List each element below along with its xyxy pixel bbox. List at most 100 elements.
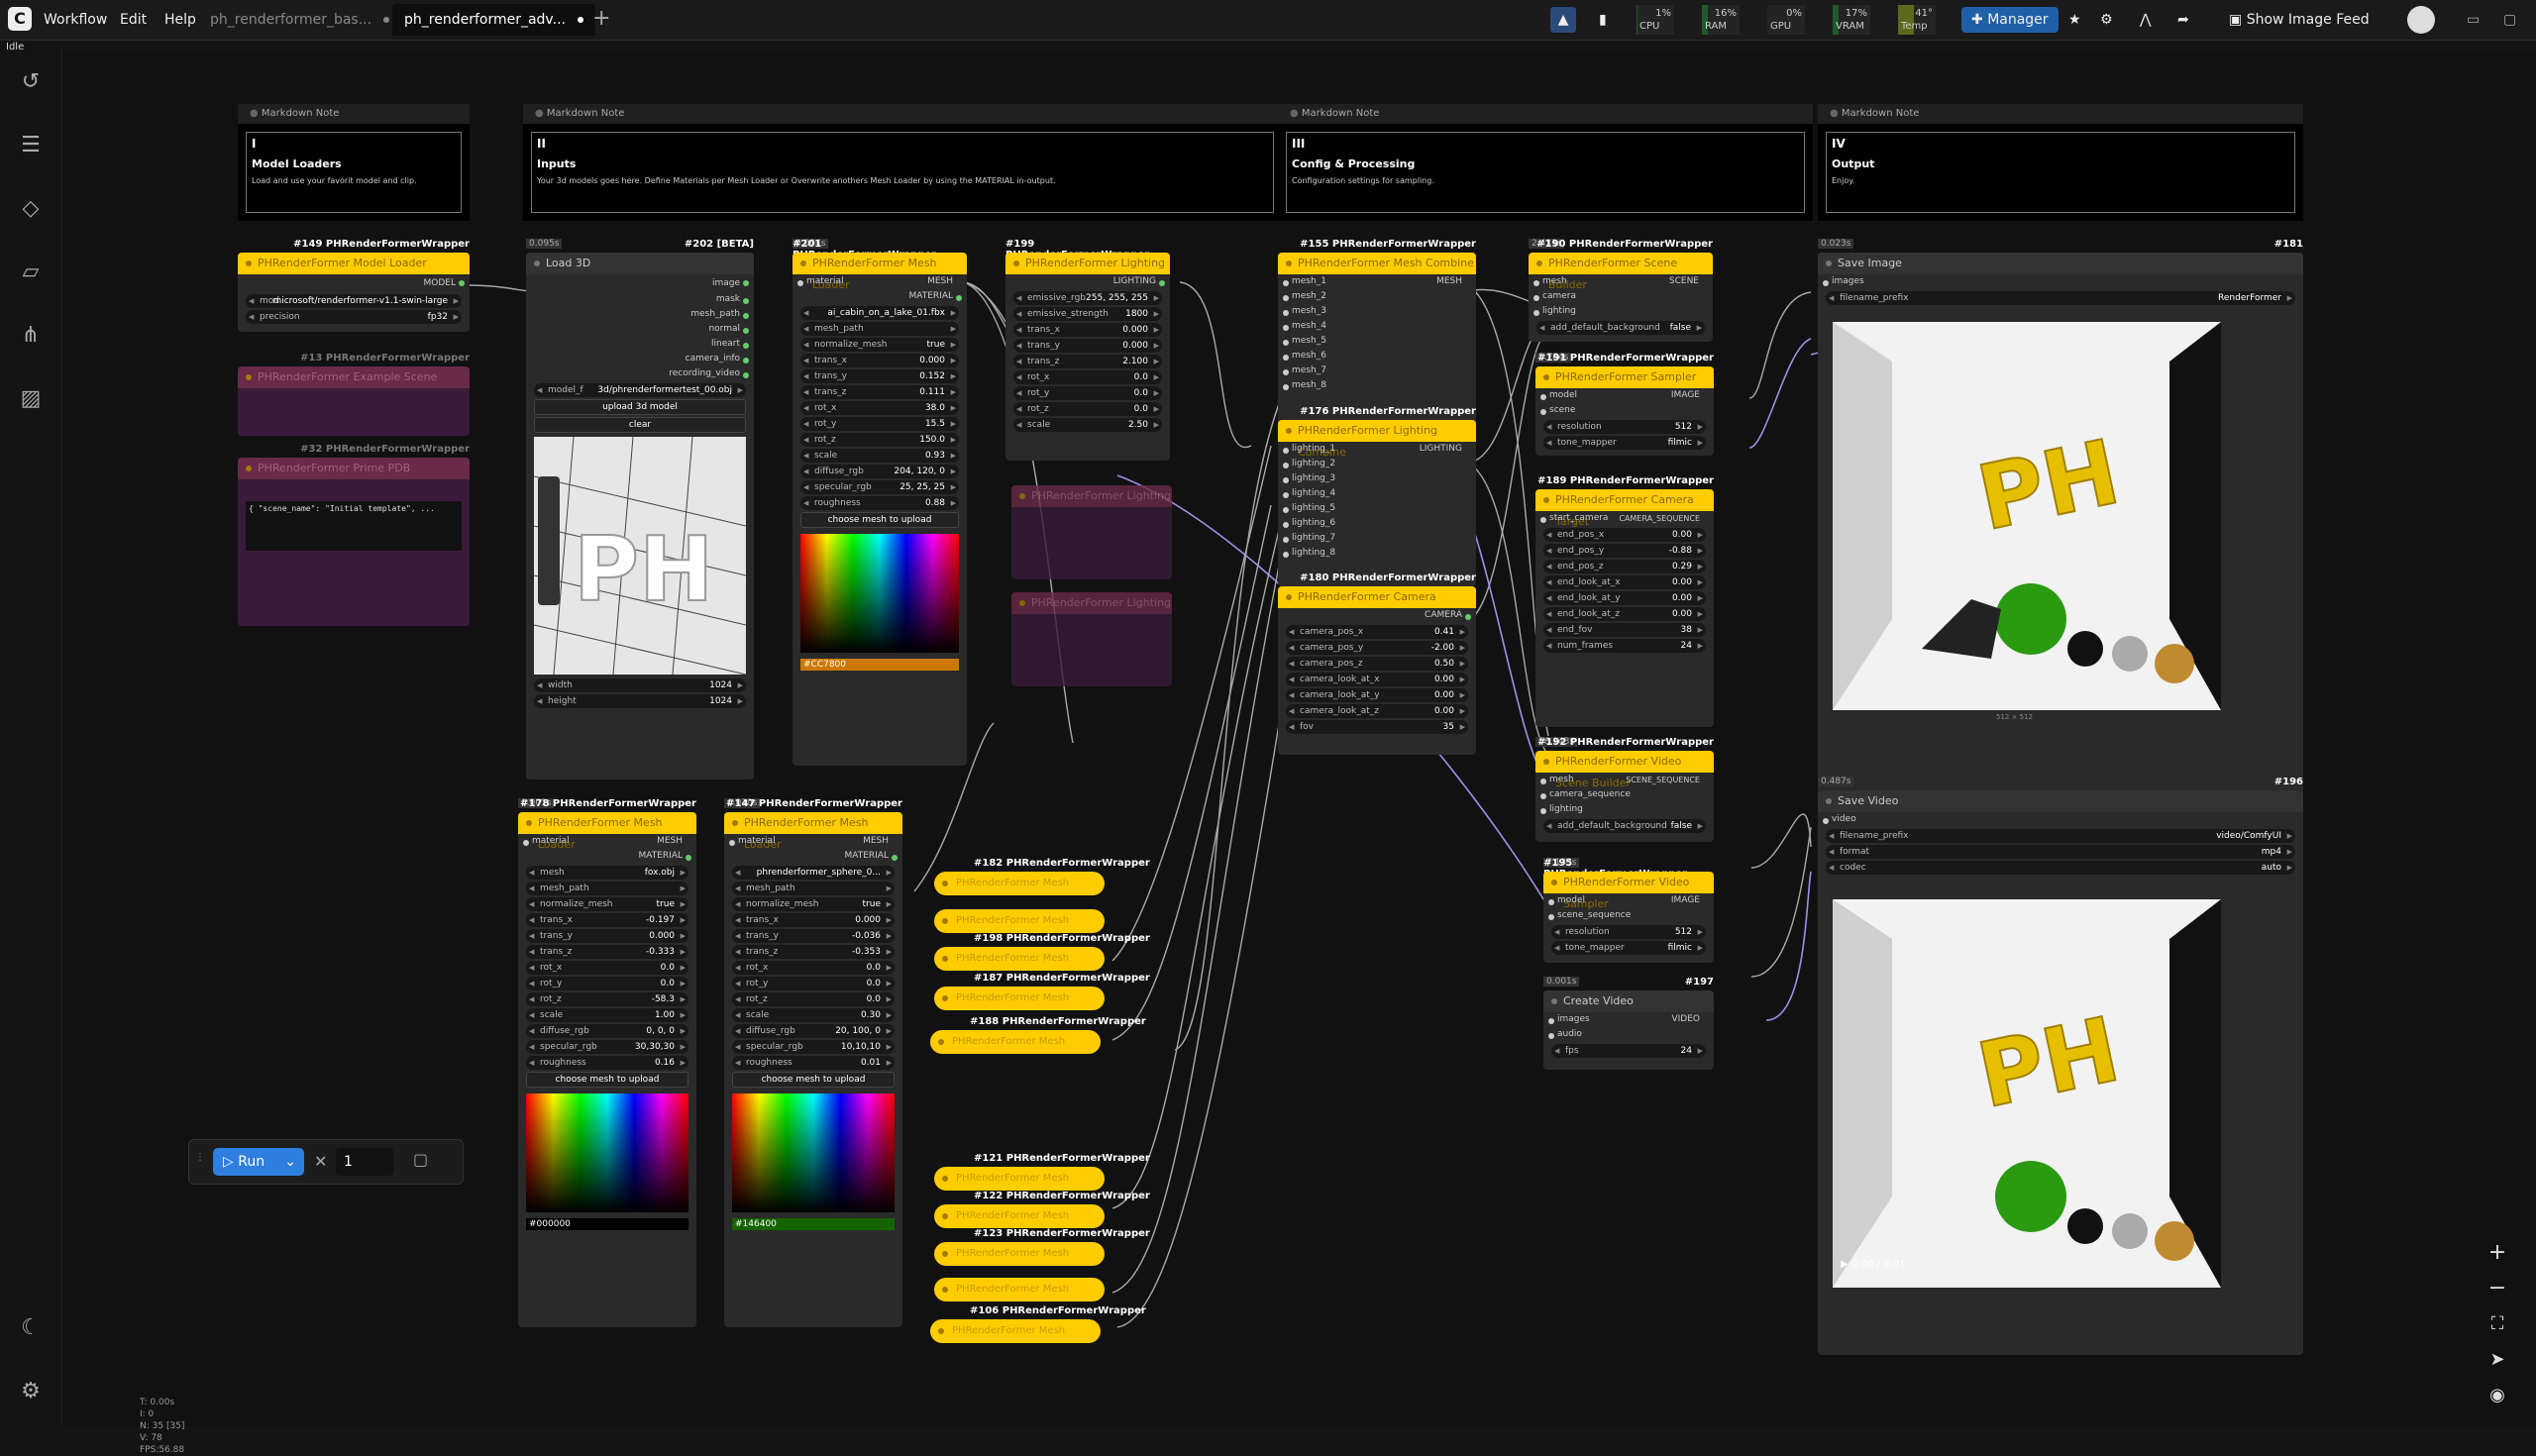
param-fov[interactable]: fov 35 xyxy=(1286,720,1468,734)
collapsed-mesh-node[interactable]: PHRenderFormer Mesh xyxy=(934,909,1105,933)
rendered-image[interactable]: PH xyxy=(1833,322,2221,710)
node-camera[interactable]: #180 PHRenderFormerWrapper PHRenderForme… xyxy=(1278,572,1476,755)
param-rot-y[interactable]: rot_y 15.5 xyxy=(800,417,959,431)
node-save-video[interactable]: 0.487s #196 Save Video video filename_pr… xyxy=(1818,777,2303,1355)
output-model[interactable]: MODEL xyxy=(238,274,470,292)
input-mesh[interactable]: mesh SCENE xyxy=(1529,274,1713,289)
add-default-background-toggle[interactable]: add_default_background false xyxy=(1536,321,1705,335)
hex-value[interactable]: #CC7800 xyxy=(800,659,959,671)
collapsed-mesh-node[interactable]: PHRenderFormer Mesh xyxy=(930,1030,1101,1054)
output-material[interactable]: MATERIAL xyxy=(792,289,967,304)
node-title[interactable]: PHRenderFormer Sampler xyxy=(1535,366,1714,388)
input-mesh-7[interactable]: mesh_7 xyxy=(1278,364,1476,378)
node-mesh-loader-201[interactable]: 0.004s #201 PHRenderFormerWrapper PHRend… xyxy=(792,239,967,766)
theme-moon-icon[interactable]: ☾ xyxy=(18,1315,44,1341)
node-title[interactable]: PHRenderFormer Lighting Combine xyxy=(1278,420,1476,459)
node-title[interactable]: PHRenderFormer Camera xyxy=(1278,586,1476,608)
input-images[interactable]: images xyxy=(1818,274,2303,289)
input-lighting-8[interactable]: lighting_8 xyxy=(1278,546,1476,561)
toggle-links-icon[interactable]: ◉ xyxy=(2483,1381,2512,1410)
param-roughness[interactable]: roughness 0.16 xyxy=(526,1056,688,1070)
codec-select[interactable]: codec auto xyxy=(1826,861,2295,875)
input-mesh-3[interactable]: mesh_3 xyxy=(1278,304,1476,319)
note-output[interactable]: Markdown Note IV Output Enjoy. xyxy=(1818,104,2303,221)
add-default-background-toggle[interactable]: add_default_background false xyxy=(1543,819,1706,833)
upload-3d-button[interactable]: upload 3d model xyxy=(534,399,746,415)
param-normalize-mesh[interactable]: normalize_mesh true xyxy=(800,338,959,352)
param-rot-x[interactable]: rot_x 0.0 xyxy=(526,961,688,975)
menu-workflow[interactable]: Workflow xyxy=(44,12,107,28)
3d-viewport[interactable]: PH xyxy=(534,437,746,675)
output-label[interactable]: MESH xyxy=(1436,274,1462,289)
json-textarea[interactable]: { "scene_name": "Initial template", ... xyxy=(246,501,462,551)
node-video-scene-builder[interactable]: 58.243s #192 PHRenderFormerWrapper PHRen… xyxy=(1535,737,1714,842)
input-model[interactable]: model IMAGE xyxy=(1535,388,1714,403)
collapsed-mesh-node[interactable]: PHRenderFormer Mesh xyxy=(934,987,1105,1010)
tab-workflow-basic[interactable]: ph_renderformer_bas... xyxy=(198,4,401,36)
tone-mapper-select[interactable]: tone_mapper filmic xyxy=(1551,941,1706,955)
input-lighting-6[interactable]: lighting_6 xyxy=(1278,516,1476,531)
clear-button[interactable]: clear xyxy=(534,417,746,433)
mesh-path-input[interactable]: mesh_path xyxy=(732,882,895,895)
collapsed-mesh-node[interactable]: PHRenderFormer Mesh xyxy=(934,1278,1105,1301)
mesh-select[interactable]: phrenderformer_sphere_0... xyxy=(732,866,895,880)
input-lighting-4[interactable]: lighting_4 xyxy=(1278,486,1476,501)
output-camera-info[interactable]: camera_info xyxy=(526,352,754,366)
output-camera[interactable]: CAMERA xyxy=(1278,608,1476,623)
input-lighting-3[interactable]: lighting_3 xyxy=(1278,471,1476,486)
param-end-look-at-z[interactable]: end_look_at_z 0.00 xyxy=(1543,607,1706,621)
param-camera-pos-y[interactable]: camera_pos_y -2.00 xyxy=(1286,641,1468,655)
param-trans-z[interactable]: trans_z 2.100 xyxy=(1013,355,1162,368)
select-mode-icon[interactable]: ➤ xyxy=(2483,1345,2512,1375)
panel-toggle-icon[interactable]: ▭ xyxy=(2467,7,2480,33)
node-muted-mid-2[interactable]: PHRenderFormer Lighting xyxy=(1011,592,1172,686)
history-icon[interactable]: ↺ xyxy=(18,69,44,95)
input-material[interactable]: material MESH xyxy=(724,834,902,849)
param-camera-pos-x[interactable]: camera_pos_x 0.41 xyxy=(1286,625,1468,639)
node-video-sampler[interactable]: 7.133s #195 PHRenderFormerWrapper PHRend… xyxy=(1543,858,1714,963)
precision-select[interactable]: precision fp32 xyxy=(246,310,462,324)
param-normalize-mesh[interactable]: normalize_mesh true xyxy=(732,897,895,911)
collapsed-mesh-node[interactable]: PHRenderFormer Mesh xyxy=(934,1167,1105,1191)
input-material[interactable]: material MESH xyxy=(792,274,967,289)
note-inputs[interactable]: Markdown Note II Inputs Your 3d models g… xyxy=(523,104,1282,221)
node-create-video[interactable]: 0.001s #197 Create Video images VIDEO aud… xyxy=(1543,977,1714,1070)
node-title[interactable]: PHRenderFormer Example Scene xyxy=(238,366,470,388)
param-diffuse-rgb[interactable]: diffuse_rgb 0, 0, 0 xyxy=(526,1024,688,1038)
input-mesh-4[interactable]: mesh_4 xyxy=(1278,319,1476,334)
node-title[interactable]: PHRenderFormer Lighting xyxy=(1005,253,1170,274)
param-diffuse-rgb[interactable]: diffuse_rgb 20, 100, 0 xyxy=(732,1024,895,1038)
param-end-pos-z[interactable]: end_pos_z 0.29 xyxy=(1543,560,1706,573)
param-rot-x[interactable]: rot_x 0.0 xyxy=(1013,370,1162,384)
node-title[interactable]: PHRenderFormer Video Scene Builder xyxy=(1535,751,1714,789)
new-tab-plus-icon[interactable]: + xyxy=(592,6,610,31)
input-lighting-7[interactable]: lighting_7 xyxy=(1278,531,1476,546)
note-config[interactable]: Markdown Note III Config & Processing Co… xyxy=(1278,104,1813,221)
run-button[interactable]: ▷ Run ⌄ xyxy=(213,1148,304,1176)
height-input[interactable]: height 1024 xyxy=(534,694,746,708)
param-rot-y[interactable]: rot_y 0.0 xyxy=(1013,386,1162,400)
param-end-look-at-x[interactable]: end_look_at_x 0.00 xyxy=(1543,575,1706,589)
param-specular-rgb[interactable]: specular_rgb 30,30,30 xyxy=(526,1040,688,1054)
param-trans-y[interactable]: trans_y -0.036 xyxy=(732,929,895,943)
output-material[interactable]: MATERIAL xyxy=(724,849,902,864)
node-mesh-loader-147[interactable]: 0.010s #147 PHRenderFormerWrapper PHRend… xyxy=(724,798,902,1327)
menu-help[interactable]: Help xyxy=(164,12,196,28)
cancel-icon[interactable]: ✕ xyxy=(314,1152,327,1171)
param-scale[interactable]: scale 0.93 xyxy=(800,449,959,463)
node-title[interactable]: PHRenderFormer Mesh Loader xyxy=(724,812,902,851)
param-end-look-at-y[interactable]: end_look_at_y 0.00 xyxy=(1543,591,1706,605)
input-video[interactable]: video xyxy=(1818,812,2303,827)
param-scale[interactable]: scale 0.30 xyxy=(732,1008,895,1022)
node-scene-builder[interactable]: 2.433s #190 PHRenderFormerWrapper PHRend… xyxy=(1529,239,1713,342)
input-mesh-6[interactable]: mesh_6 xyxy=(1278,349,1476,364)
manager-button[interactable]: ✚ Manager xyxy=(1961,7,2059,33)
input-images[interactable]: images VIDEO xyxy=(1543,1012,1714,1027)
choose-mesh-button[interactable]: choose mesh to upload xyxy=(732,1072,895,1088)
collapsed-mesh-node[interactable]: PHRenderFormer Mesh xyxy=(934,1242,1105,1266)
param-trans-z[interactable]: trans_z -0.353 xyxy=(732,945,895,959)
node-title[interactable]: Load 3D xyxy=(526,253,754,274)
param-camera-look-at-z[interactable]: camera_look_at_z 0.00 xyxy=(1286,704,1468,718)
node-title[interactable]: Save Video xyxy=(1818,790,2303,812)
input-scene[interactable]: scene xyxy=(1535,403,1714,418)
